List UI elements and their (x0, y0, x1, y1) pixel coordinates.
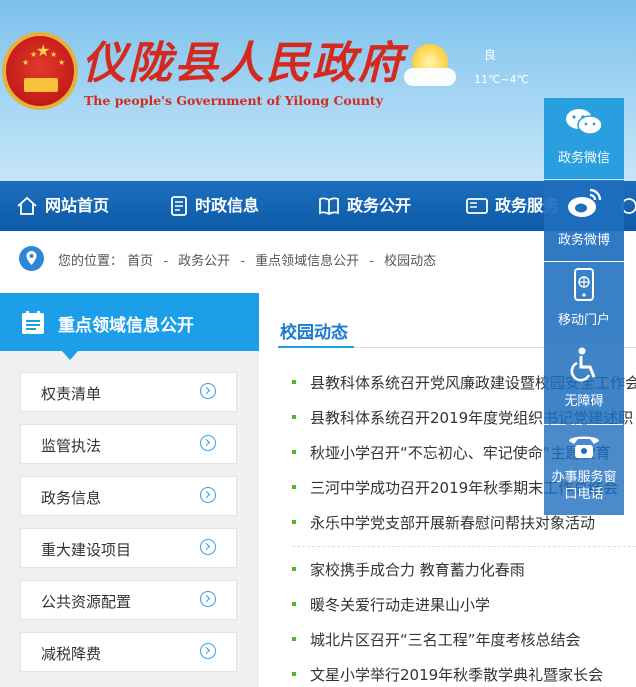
national-emblem-logo: ★ ★ ★ ★ ★ (2, 32, 78, 110)
float-label: 无障碍 (564, 394, 604, 409)
sidebar-item-label: 减税降费 (41, 645, 102, 663)
chevron-right-circle-icon (200, 539, 216, 555)
breadcrumb-home[interactable]: 首页 (127, 254, 153, 269)
mobile-icon (574, 268, 594, 301)
nav-item-label: 时政信息 (195, 196, 260, 215)
weibo-icon (568, 188, 602, 217)
site-title: 仪陇县人民政府 (82, 38, 404, 89)
nav-item-home[interactable]: 网站首页 (16, 181, 109, 231)
weather-condition: 良 (484, 48, 497, 62)
float-wechat[interactable]: 政务微信 (544, 98, 624, 179)
chevron-right-circle-icon (200, 591, 216, 607)
breadcrumb-prefix: 您的位置： (58, 254, 124, 269)
chevron-right-circle-icon (200, 383, 216, 399)
news-item[interactable]: 城北片区召开“三名工程”年度考核总结会 (292, 629, 581, 650)
sidebar-item-major-projects[interactable]: 重大建设项目 (20, 528, 237, 568)
float-label: 办事服务窗口电话 (551, 470, 617, 502)
sun-cloud-icon (402, 42, 458, 90)
breadcrumb-current[interactable]: 校园动态 (384, 254, 436, 269)
document-icon (171, 196, 187, 216)
sidebar-item-government-info[interactable]: 政务信息 (20, 476, 237, 516)
news-item[interactable]: 永乐中学党支部开展新春慰问帮扶对象活动 (292, 512, 595, 533)
sidebar-item-supervision[interactable]: 监管执法 (20, 424, 237, 464)
nav-item-news[interactable]: 时政信息 (170, 181, 259, 231)
accessibility-icon (570, 347, 596, 382)
sidebar-title: 重点领域信息公开 (58, 316, 194, 336)
weather-temperature: 11℃~4℃ (474, 73, 529, 86)
sidebar-caret (62, 351, 78, 360)
breadcrumb-bar: 您的位置： 首页 - 政务公开 - 重点领域信息公开 - 校园动态 (0, 231, 636, 286)
sidebar-item-public-resources[interactable]: 公共资源配置 (20, 580, 237, 620)
float-label: 政务微信 (557, 151, 610, 166)
location-pin-icon (19, 246, 44, 271)
id-card-icon (466, 198, 488, 214)
breadcrumb-separator: - (240, 254, 246, 269)
sidebar: 重点领域信息公开 权责清单 监管执法 政务信息 重大建设项目 公共资源配置 减税… (0, 293, 259, 687)
news-item[interactable]: 暖冬关爱行动走进果山小学 (292, 594, 490, 615)
news-item[interactable]: 文星小学举行2019年秋季散学典礼暨家长会 (292, 664, 603, 685)
chevron-right-circle-icon (200, 643, 216, 659)
breadcrumb-separator: - (163, 254, 169, 269)
sidebar-header: 重点领域信息公开 (0, 293, 259, 351)
chevron-right-circle-icon (200, 435, 216, 451)
float-accessibility[interactable]: 无障碍 (544, 343, 624, 424)
chevron-right-circle-icon (200, 487, 216, 503)
nav-item-label: 网站首页 (45, 196, 110, 215)
float-label: 政务微博 (557, 233, 610, 248)
home-icon (17, 196, 37, 215)
news-item[interactable]: 家校携手成合力 教育蓄力化春雨 (292, 559, 525, 580)
breadcrumb: 您的位置： 首页 - 政务公开 - 重点领域信息公开 - 校园动态 (58, 250, 436, 269)
site-subtitle: The people's Government of Yilong County (84, 93, 383, 108)
wechat-icon (566, 109, 603, 135)
news-group-divider (292, 546, 636, 547)
sidebar-item-label: 重大建设项目 (41, 541, 132, 559)
sidebar-item-label: 政务信息 (41, 489, 102, 507)
phone-icon (569, 436, 599, 458)
float-phone[interactable]: 办事服务窗口电话 (544, 425, 624, 515)
float-label: 移动门户 (557, 313, 610, 328)
site-header: ★ ★ ★ ★ ★ 仪陇县人民政府 The people's Governmen… (0, 0, 636, 181)
sidebar-item-responsibility-list[interactable]: 权责清单 (20, 372, 237, 412)
document-list-icon (22, 311, 44, 334)
float-weibo[interactable]: 政务微博 (544, 180, 624, 261)
float-mobile[interactable]: 移动门户 (544, 262, 624, 343)
breadcrumb-public[interactable]: 政务公开 (178, 254, 230, 269)
breadcrumb-separator: - (369, 254, 375, 269)
nav-item-label: 政务公开 (347, 196, 412, 215)
content-title: 校园动态 (280, 323, 348, 343)
sidebar-item-label: 权责清单 (41, 385, 102, 403)
breadcrumb-key-areas[interactable]: 重点领域信息公开 (255, 254, 359, 269)
book-icon (319, 197, 339, 216)
sidebar-item-tax-reduction[interactable]: 减税降费 (20, 632, 237, 672)
main-nav: 网站首页 时政信息 政务公开 政务服务 (0, 181, 636, 231)
sidebar-item-label: 公共资源配置 (41, 593, 132, 611)
sidebar-item-label: 监管执法 (41, 437, 102, 455)
nav-item-public[interactable]: 政务公开 (318, 181, 411, 231)
